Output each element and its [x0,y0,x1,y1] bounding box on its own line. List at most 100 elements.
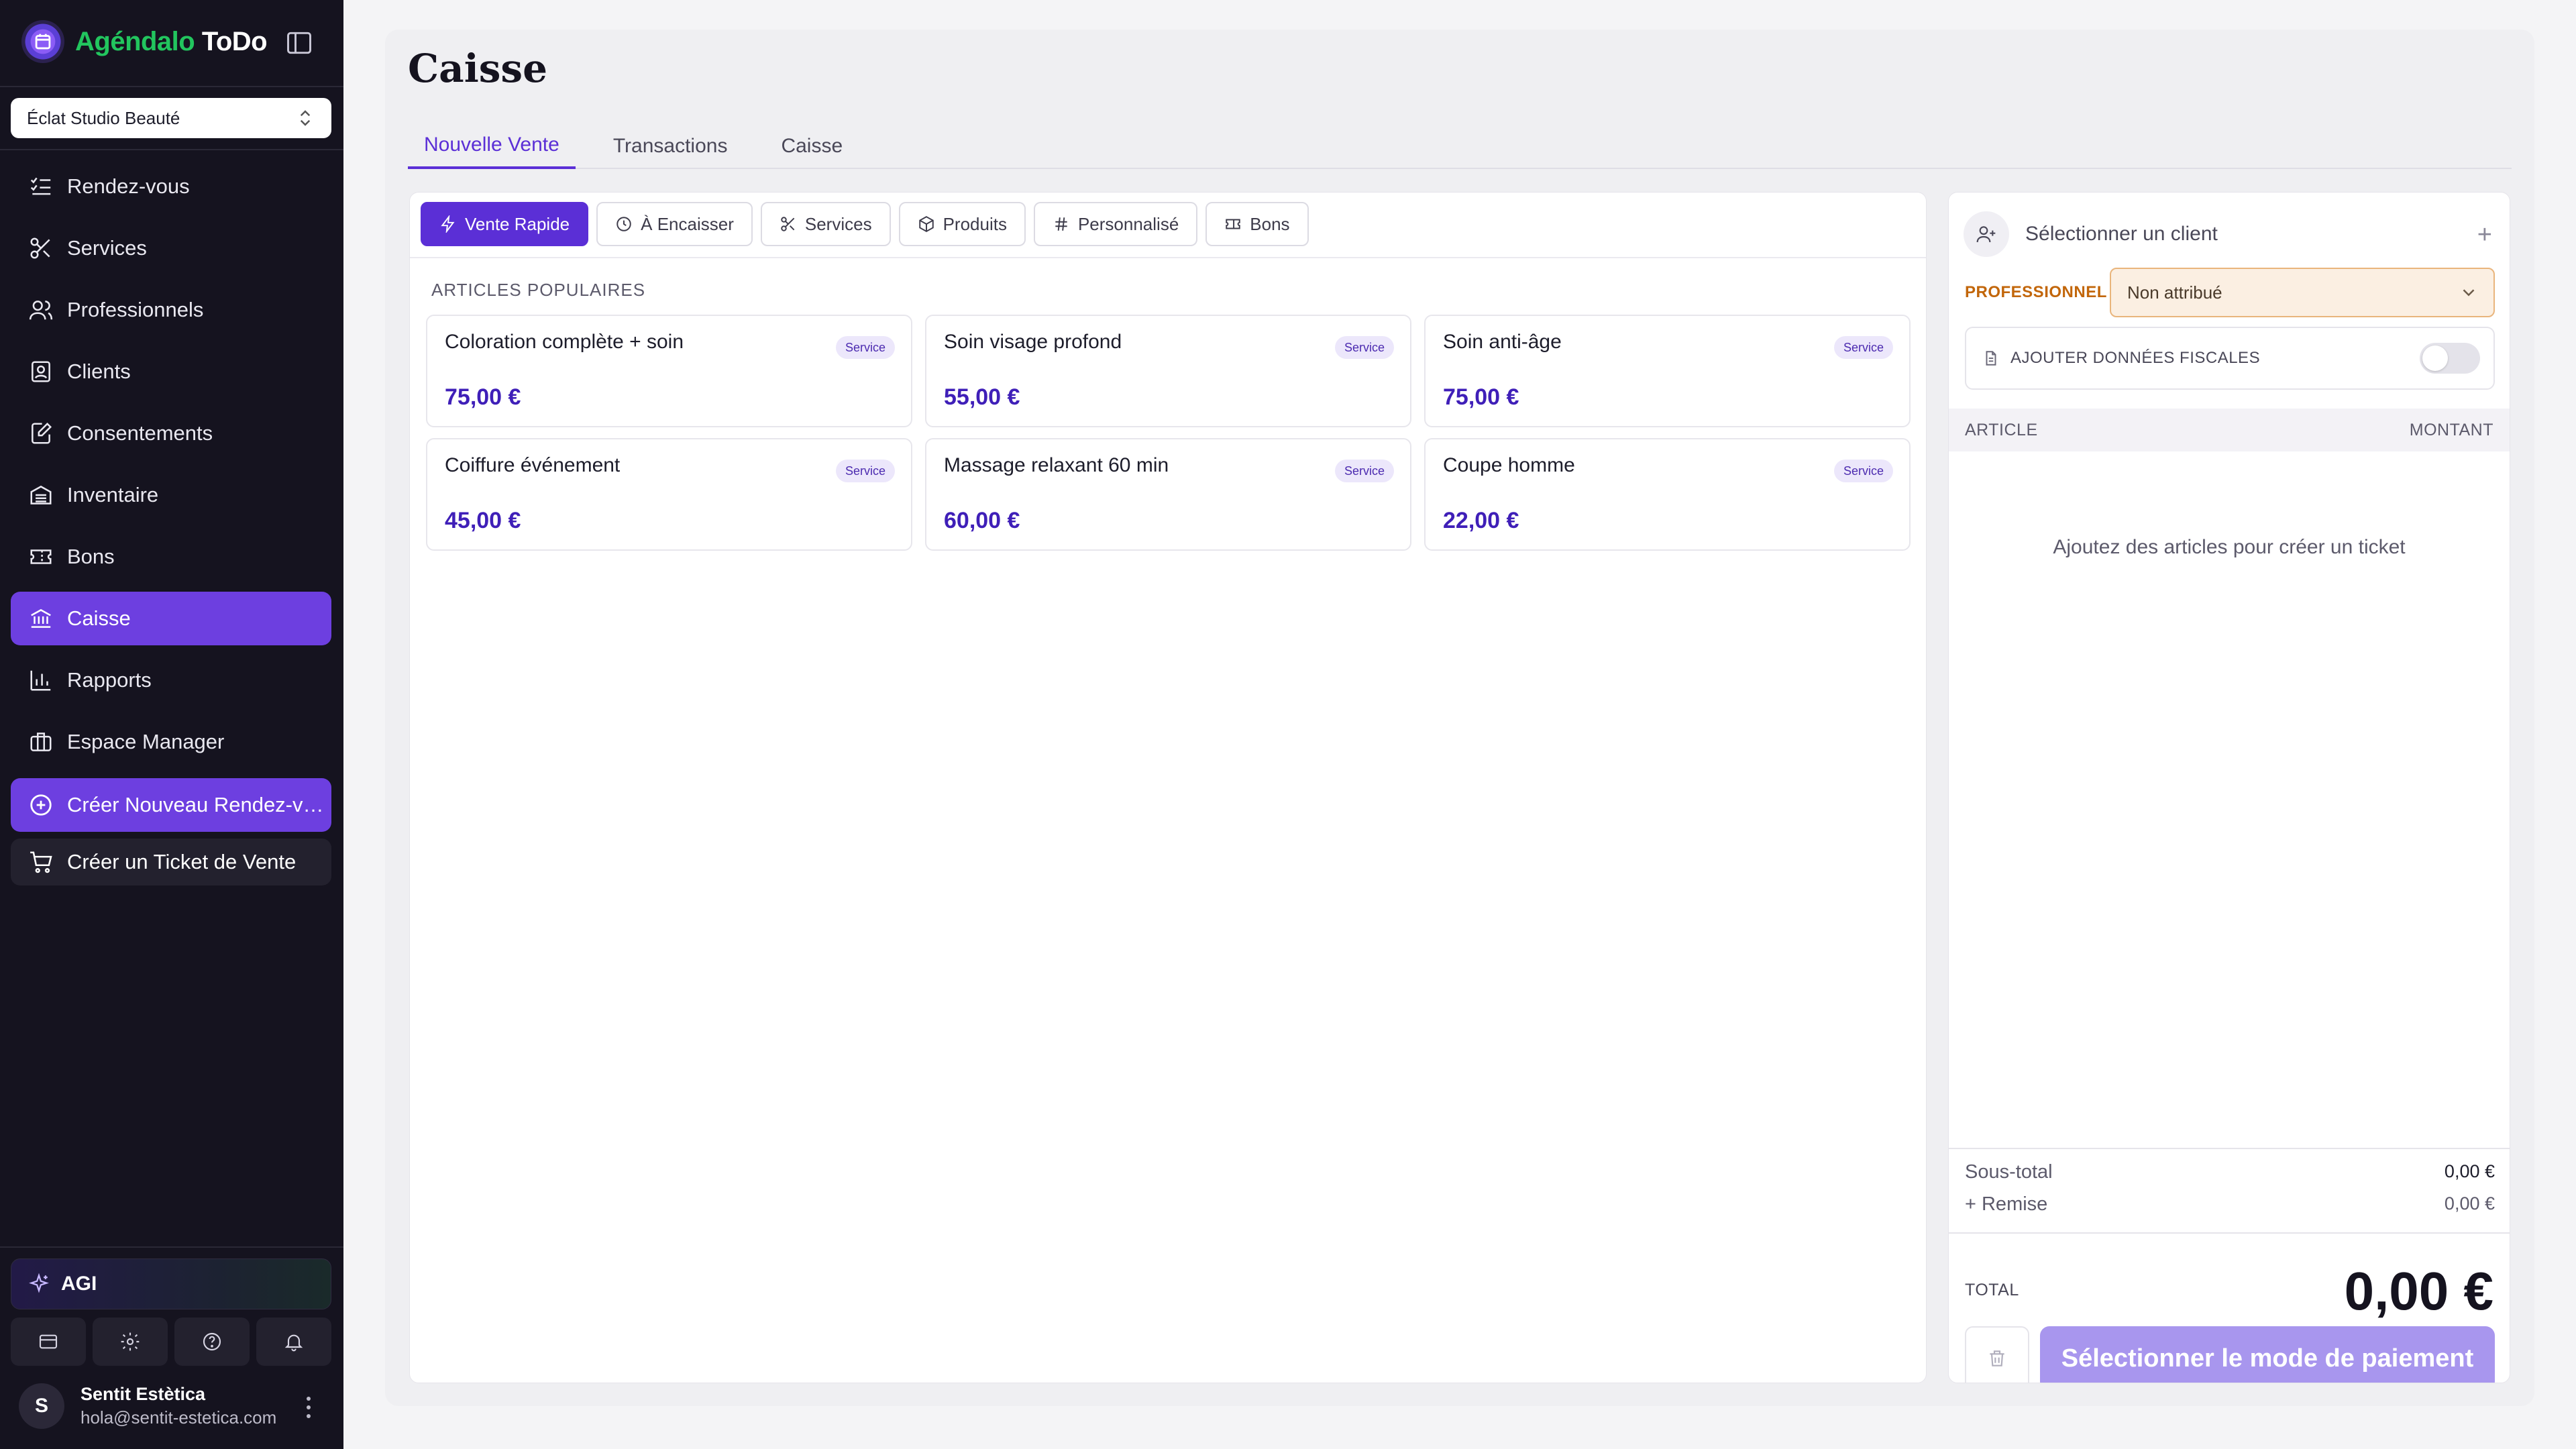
user-info: Sentit Estètica hola@sentit-estetica.com [80,1384,276,1428]
create-ticket-label: Créer un Ticket de Vente [67,850,297,873]
sidebar-item-label: Rapports [67,668,152,692]
category-label: À Encaisser [641,213,734,234]
type-badge: Service [835,460,895,482]
divider [0,86,343,87]
subtotal-value: 0,00 € [2444,1161,2495,1181]
ticket-table-header: ARTICLE MONTANT [1949,409,2510,451]
sidebar-item-rendez-vous[interactable]: Rendez-vous [11,160,331,213]
type-badge: Service [835,336,895,359]
column-article: ARTICLE [1965,420,2038,439]
cart-icon [30,851,52,873]
category-vente-rapide[interactable]: Vente Rapide [421,202,589,246]
sidebar-item-rapports[interactable]: Rapports [11,653,331,707]
sidebar-item-clients[interactable]: Clients [11,345,331,398]
sidebar-item-consentements[interactable]: Consentements [11,407,331,460]
users-icon [29,301,53,320]
professional-select[interactable]: Non attribué [2110,268,2495,317]
product-price: 45,00 € [445,508,521,533]
more-vertical-icon[interactable] [303,1394,314,1421]
user-plus-icon [1964,211,2009,257]
sparkle-icon [29,1273,49,1293]
contact-card-icon [32,361,50,382]
product-card[interactable]: Soin visage profond Service 55,00 € [925,315,1411,427]
sidebar-item-professionnels[interactable]: Professionnels [11,283,331,337]
user-email: hola@sentit-estetica.com [80,1407,277,1428]
category-bons[interactable]: Bons [1205,202,1309,246]
popular-items-heading: ARTICLES POPULAIRES [431,280,646,300]
studio-select-value: Éclat Studio Beauté [27,107,180,128]
tab-nouvelle-vente[interactable]: Nouvelle Vente [408,123,576,169]
create-ticket-button[interactable]: Créer un Ticket de Vente [11,839,331,885]
settings-button[interactable] [93,1318,168,1366]
product-card[interactable]: Coiffure événement Service 45,00 € [426,438,912,551]
help-button[interactable] [174,1318,250,1366]
brand-logo-icon [21,20,64,63]
ticket-icon [1226,219,1241,229]
clear-ticket-button[interactable] [1965,1326,2029,1383]
category-a-encaisser[interactable]: À Encaisser [596,202,753,246]
user-profile[interactable]: S Sentit Estètica hola@sentit-estetica.c… [19,1379,327,1433]
agi-button[interactable]: AGI [11,1258,331,1309]
product-price: 60,00 € [944,508,1020,533]
category-personnalise[interactable]: Personnalisé [1033,202,1198,246]
subtotal-label: Sous-total [1965,1161,2053,1183]
type-badge: Service [1334,336,1394,359]
trash-icon [1990,1350,2004,1366]
divider [1949,1232,2510,1234]
product-price: 75,00 € [1443,384,1519,410]
fiscal-data-toggle[interactable] [2420,343,2480,374]
product-card[interactable]: Coloration complète + soin Service 75,00… [426,315,912,427]
sidebar-item-caisse[interactable]: Caisse [11,592,331,645]
chevron-updown-icon [295,107,315,133]
client-selector[interactable]: Sélectionner un client + [1964,206,2496,262]
type-badge: Service [1833,460,1893,482]
discount-value: 0,00 € [2444,1193,2495,1214]
product-card[interactable]: Coupe homme Service 22,00 € [1424,438,1911,551]
ticket-icon [30,549,52,564]
category-services[interactable]: Services [760,202,891,246]
hash-icon [1055,217,1067,231]
page-title: Caisse [408,46,547,91]
product-card[interactable]: Soin anti-âge Service 75,00 € [1424,315,1911,427]
tab-caisse[interactable]: Caisse [765,123,859,169]
sidebar-item-label: Bons [67,545,115,568]
ticket-panel: Sélectionner un client + PROFESSIONNEL N… [1948,192,2510,1383]
clock-icon [616,217,631,231]
studio-select[interactable]: Éclat Studio Beauté [11,98,331,138]
tab-transactions[interactable]: Transactions [597,123,744,169]
category-label: Vente Rapide [465,213,570,234]
category-label: Produits [943,213,1007,234]
briefcase-icon [30,733,52,751]
brand[interactable]: Agéndalo ToDo [21,20,268,63]
add-client-button[interactable]: + [2477,221,2492,250]
sidebar-item-inventaire[interactable]: Inventaire [11,468,331,522]
document-icon [1986,351,1996,366]
utility-bar [11,1318,331,1366]
sidebar-item-bons[interactable]: Bons [11,530,331,584]
professional-row: PROFESSIONNEL Non attribué [1965,268,2495,317]
category-produits[interactable]: Produits [898,202,1026,246]
sidebar-nav: Rendez-vous Services Professionnels Clie… [11,160,331,777]
main-content: Caisse Nouvelle Vente Transactions Caiss… [385,30,2534,1406]
add-discount-button[interactable]: + Remise [1965,1193,2047,1216]
scissors-icon [30,237,50,259]
billing-button[interactable] [11,1318,86,1366]
create-appointment-button[interactable]: Créer Nouveau Rendez-vous [11,778,331,832]
fiscal-data-label: AJOUTER DONNÉES FISCALES [2010,349,2261,367]
select-payment-button[interactable]: Sélectionner le mode de paiement [2040,1326,2495,1383]
sidebar-item-services[interactable]: Services [11,221,331,275]
sidebar-item-label: Professionnels [67,298,204,321]
box-icon [918,216,934,232]
sidebar-item-espace-manager[interactable]: Espace Manager [11,715,331,769]
sidebar-item-label: Consentements [67,421,213,445]
sidebar-item-label: Services [67,236,147,260]
sidebar-toggle-icon[interactable] [282,27,317,59]
product-name: Coupe homme [1443,454,1575,476]
empty-ticket-message: Ajoutez des articles pour créer un ticke… [2053,536,2406,558]
product-card[interactable]: Massage relaxant 60 min Service 60,00 € [925,438,1411,551]
product-name: Massage relaxant 60 min [944,454,1169,476]
product-name: Soin anti-âge [1443,331,1562,353]
notifications-button[interactable] [256,1318,331,1366]
sidebar-item-label: Caisse [67,606,131,630]
type-badge: Service [1833,336,1893,359]
